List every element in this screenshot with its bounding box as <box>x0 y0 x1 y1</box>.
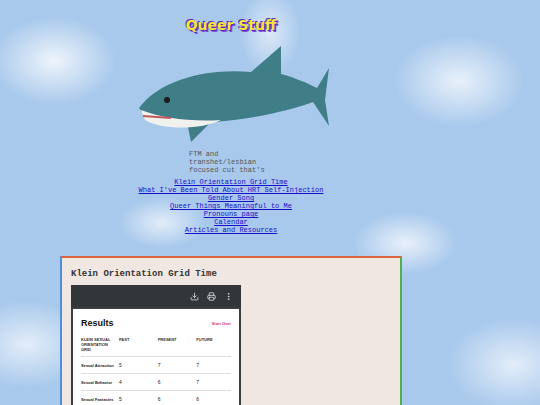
column-header: FUTURE <box>196 337 231 352</box>
nav-link[interactable]: Gender Song <box>208 194 254 202</box>
row-value: 7 <box>158 362 193 368</box>
nav-link[interactable]: Queer Things Meaningful to Me <box>170 202 292 210</box>
row-value: 6 <box>158 396 193 402</box>
start-over-link[interactable]: Start Over <box>212 321 231 326</box>
row-value: 4 <box>119 379 154 385</box>
site-title: Queer Stuff <box>186 16 277 34</box>
nav-link[interactable]: Klein Orientation Grid Time <box>174 178 287 186</box>
nav-link[interactable]: What I've Been Told About HRT Self-Injec… <box>139 186 324 194</box>
pdf-viewer: Results Start Over KLEIN SEXUAL ORIENTATIO… <box>71 285 241 405</box>
print-icon[interactable] <box>207 292 216 301</box>
shark-plush-image <box>131 38 331 150</box>
row-value: 7 <box>196 362 231 368</box>
table-row: Sexual Attraction577 <box>81 357 231 374</box>
column-header: KLEIN SEXUAL ORIENTATION GRID <box>81 337 115 352</box>
column-header: PRESENT <box>158 337 193 352</box>
panel-heading: Klein Orientation Grid Time <box>71 268 391 280</box>
row-value: 5 <box>119 396 154 402</box>
more-icon[interactable] <box>224 292 233 301</box>
row-label: Sexual Attraction <box>81 363 115 368</box>
site-description: FTM and transhet/lesbian focused cut tha… <box>189 150 273 174</box>
row-value: 5 <box>119 362 154 368</box>
row-value: 6 <box>196 396 231 402</box>
row-value: 7 <box>196 379 231 385</box>
column-header: PAST <box>119 337 154 352</box>
table-row: Sexual Fantasies566 <box>81 391 231 405</box>
row-value: 6 <box>158 379 193 385</box>
nav-link[interactable]: Pronouns page <box>204 210 259 218</box>
table-row: Sexual Behavior 467 <box>81 374 231 391</box>
results-table: KLEIN SEXUAL ORIENTATION GRID PAST PRESENT… <box>81 337 231 405</box>
row-label: Sexual Behavior <box>81 380 115 385</box>
table-header: KLEIN SEXUAL ORIENTATION GRID PAST PRESENT… <box>81 337 231 357</box>
main-column: Queer Stuff FTM and transhet/lesbian focu… <box>60 0 402 405</box>
content-panel: Klein Orientation Grid Time Results Start … <box>60 256 402 405</box>
nav-link[interactable]: Calendar <box>214 218 248 226</box>
document-page: Results Start Over KLEIN SEXUAL ORIENTATIO… <box>73 309 239 405</box>
row-label: Sexual Fantasies <box>81 397 115 402</box>
page: Queer Stuff FTM and transhet/lesbian focu… <box>0 0 540 405</box>
download-icon[interactable] <box>190 292 199 301</box>
site-nav: Klein Orientation Grid TimeWhat I've Bee… <box>139 178 324 234</box>
document-title: Results <box>81 317 114 329</box>
nav-link[interactable]: Articles and Resources <box>185 226 277 234</box>
viewer-toolbar <box>71 285 241 307</box>
